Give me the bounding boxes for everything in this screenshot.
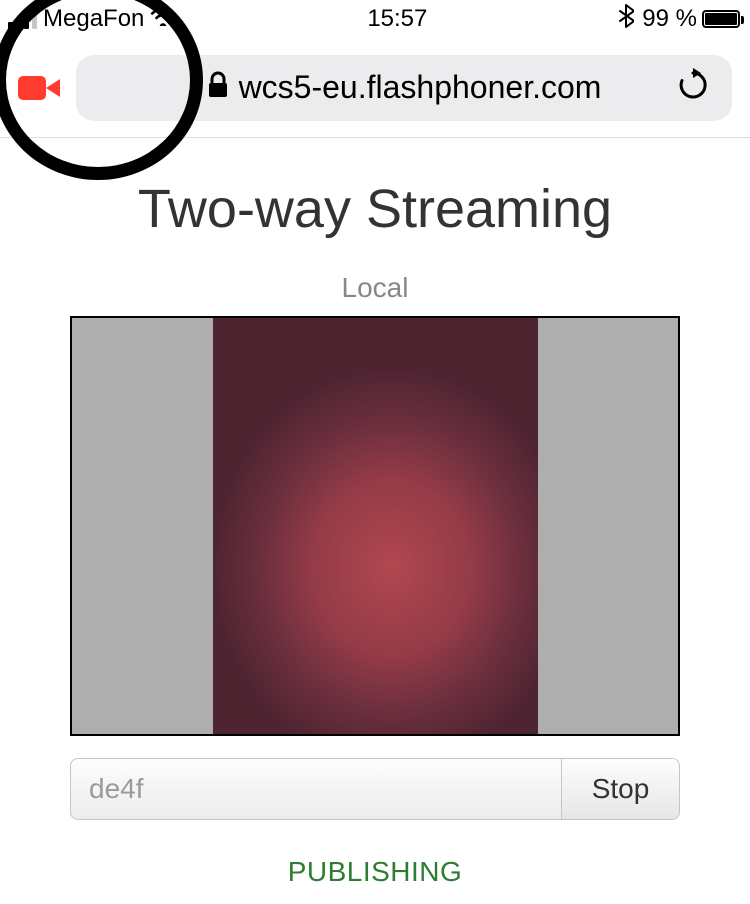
status-bar: MegaFon 15:57 99 % — [0, 0, 750, 38]
reload-icon[interactable] — [676, 68, 710, 107]
wifi-icon — [150, 6, 176, 32]
local-video-feed — [213, 318, 538, 734]
battery-percent: 99 % — [642, 5, 697, 33]
status-right: 99 % — [618, 4, 740, 34]
cellular-signal-icon — [8, 9, 37, 29]
bluetooth-icon — [618, 4, 634, 34]
camera-recording-icon[interactable] — [18, 73, 60, 103]
publishing-status: PUBLISHING — [0, 856, 750, 888]
battery-indicator: 99 % — [642, 5, 740, 33]
local-video-frame — [70, 316, 680, 736]
carrier-label: MegaFon — [43, 5, 144, 33]
battery-icon — [702, 10, 740, 28]
lock-icon — [207, 71, 229, 104]
stop-button[interactable]: Stop — [561, 759, 679, 819]
url-domain: wcs5-eu.flashphoner.com — [239, 69, 602, 106]
local-label: Local — [0, 272, 750, 304]
status-left: MegaFon — [8, 5, 176, 33]
address-bar[interactable]: wcs5-eu.flashphoner.com — [76, 55, 732, 121]
clock: 15:57 — [367, 5, 427, 33]
browser-navbar: wcs5-eu.flashphoner.com — [0, 38, 750, 138]
stream-control-row: Stop — [70, 758, 680, 820]
page-content: Two-way Streaming Local Stop PUBLISHING — [0, 138, 750, 888]
page-title: Two-way Streaming — [0, 178, 750, 240]
stream-id-input[interactable] — [71, 759, 561, 819]
